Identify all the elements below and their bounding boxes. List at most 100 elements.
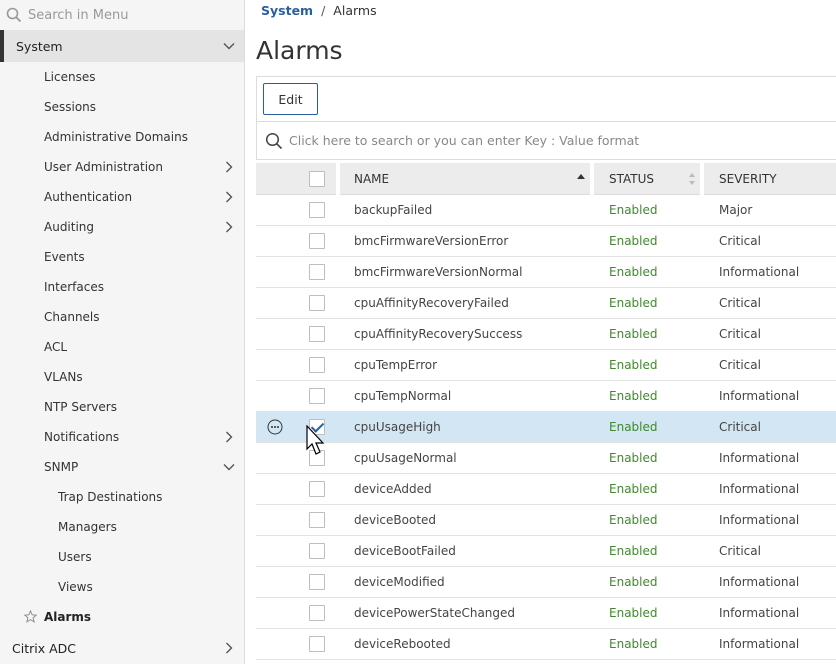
cell-status: Enabled <box>609 203 658 217</box>
sidebar-item-sessions[interactable]: Sessions <box>0 92 244 122</box>
row-checkbox[interactable] <box>309 543 325 559</box>
row-checkbox[interactable] <box>309 326 325 342</box>
row-checkbox[interactable] <box>309 512 325 528</box>
cell-severity: Critical <box>719 420 761 434</box>
select-all-checkbox[interactable] <box>309 170 325 187</box>
cell-status: Enabled <box>609 544 658 558</box>
row-checkbox[interactable] <box>309 295 325 311</box>
row-select-cell <box>294 295 340 311</box>
sidebar-item-label: Authentication <box>44 190 133 204</box>
table-row[interactable]: cpuAffinityRecoverySuccess Enabled Critica… <box>256 319 836 350</box>
star-icon[interactable] <box>24 610 37 623</box>
table-row[interactable]: deviceRebooted Enabled Informational <box>256 629 836 660</box>
cell-severity: Informational <box>719 482 800 496</box>
sidebar-item-trap-destinations[interactable]: Trap Destinations <box>0 482 244 512</box>
cell-name: deviceRebooted <box>354 637 451 651</box>
cell-status: Enabled <box>609 296 658 310</box>
column-header-severity[interactable]: SEVERITY <box>704 163 836 195</box>
edit-button[interactable]: Edit <box>263 83 318 115</box>
sidebar-item-label: Notifications <box>44 430 120 444</box>
breadcrumb-system-link[interactable]: System <box>261 3 313 18</box>
table-search-input[interactable]: Click here to search or you can enter Ke… <box>256 122 836 160</box>
cell-name: devicePowerStateChanged <box>354 606 516 620</box>
table-row[interactable]: bmcFirmwareVersionError Enabled Critical <box>256 226 836 257</box>
table-row[interactable]: cpuUsageHigh Enabled Critical <box>256 412 836 443</box>
table-row[interactable]: cpuTempError Enabled Critical <box>256 350 836 381</box>
row-checkbox[interactable] <box>309 233 325 249</box>
cell-status: Enabled <box>609 234 658 248</box>
column-header-name[interactable]: NAME <box>340 162 594 195</box>
menu-search[interactable]: Search in Menu <box>0 0 244 30</box>
row-select-cell <box>294 264 340 280</box>
sidebar-item-ntp-servers[interactable]: NTP Servers <box>0 392 244 422</box>
toolbar: Edit <box>256 76 836 122</box>
sidebar-item-channels[interactable]: Channels <box>0 302 244 332</box>
table-row[interactable]: deviceModified Enabled Informational <box>256 567 836 598</box>
alarms-table: NAME STATUS SEVERITY backupFailed Enabled… <box>256 162 836 660</box>
sidebar-item-label: Channels <box>44 310 100 324</box>
sidebar-item-alarms[interactable]: Alarms <box>0 602 244 632</box>
row-checkbox[interactable] <box>309 574 325 590</box>
sidebar-item-users[interactable]: Users <box>0 542 244 572</box>
cell-status: Enabled <box>609 482 658 496</box>
row-checkbox[interactable] <box>309 202 325 218</box>
row-checkbox[interactable] <box>309 636 325 652</box>
row-select-cell <box>294 481 340 497</box>
row-select-cell <box>294 574 340 590</box>
sort-ascending-icon <box>577 173 585 179</box>
row-checkbox[interactable] <box>309 605 325 621</box>
sidebar-item-notifications[interactable]: Notifications <box>0 422 244 452</box>
cell-severity: Informational <box>719 389 800 403</box>
cell-name: deviceAdded <box>354 482 432 496</box>
row-select-cell <box>294 357 340 373</box>
cell-name: bmcFirmwareVersionError <box>354 234 509 248</box>
table-row[interactable]: devicePowerStateChanged Enabled Informatio… <box>256 598 836 629</box>
table-row[interactable]: deviceBooted Enabled Informational <box>256 505 836 536</box>
cell-status: Enabled <box>609 327 658 341</box>
table-row[interactable]: cpuUsageNormal Enabled Informational <box>256 443 836 474</box>
row-checkbox[interactable] <box>309 481 325 497</box>
row-checkbox[interactable] <box>309 264 325 280</box>
table-row[interactable]: backupFailed Enabled Major <box>256 195 836 226</box>
chevron-right-icon <box>226 191 233 203</box>
sidebar-item-managers[interactable]: Managers <box>0 512 244 542</box>
cell-severity: Informational <box>719 451 800 465</box>
table-body: backupFailed Enabled Major bmcFirmwareVersi… <box>256 195 836 660</box>
cell-name: cpuTempError <box>354 358 438 372</box>
sidebar-item-auditing[interactable]: Auditing <box>0 212 244 242</box>
page-title: Alarms <box>256 36 343 65</box>
sidebar-item-interfaces[interactable]: Interfaces <box>0 272 244 302</box>
sidebar-item-authentication[interactable]: Authentication <box>0 182 244 212</box>
sidebar-item-label: Managers <box>58 520 117 534</box>
sort-icon <box>689 172 695 185</box>
sidebar-item-label: Alarms <box>44 610 92 624</box>
table-row[interactable]: deviceBootFailed Enabled Critical <box>256 536 836 567</box>
cell-severity: Critical <box>719 296 761 310</box>
sidebar-item-views[interactable]: Views <box>0 572 244 602</box>
sidebar-item-administrative-domains[interactable]: Administrative Domains <box>0 122 244 152</box>
cell-name: cpuAffinityRecoveryFailed <box>354 296 509 310</box>
sidebar-item-vlans[interactable]: VLANs <box>0 362 244 392</box>
sidebar-item-label: Interfaces <box>44 280 104 294</box>
sidebar-item-licenses[interactable]: Licenses <box>0 62 244 92</box>
column-header-status[interactable]: STATUS <box>594 162 704 195</box>
nav-section-citrix-adc[interactable]: Citrix ADC <box>0 632 244 664</box>
row-checkbox[interactable] <box>309 388 325 404</box>
cell-status: Enabled <box>609 265 658 279</box>
row-checkbox[interactable] <box>309 357 325 373</box>
nav-section-system[interactable]: System <box>0 30 244 62</box>
sidebar-item-label: VLANs <box>44 370 83 384</box>
header-spacer <box>256 163 294 195</box>
sidebar-item-acl[interactable]: ACL <box>0 332 244 362</box>
cell-status: Enabled <box>609 420 658 434</box>
table-row[interactable]: cpuAffinityRecoveryFailed Enabled Critical <box>256 288 836 319</box>
table-row[interactable]: bmcFirmwareVersionNormal Enabled Informati… <box>256 257 836 288</box>
sidebar-item-label: Events <box>44 250 85 264</box>
search-icon <box>6 7 22 23</box>
table-row[interactable]: deviceAdded Enabled Informational <box>256 474 836 505</box>
more-options-icon[interactable] <box>267 419 283 435</box>
sidebar-item-snmp[interactable]: SNMP <box>0 452 244 482</box>
sidebar-item-events[interactable]: Events <box>0 242 244 272</box>
table-row[interactable]: cpuTempNormal Enabled Informational <box>256 381 836 412</box>
sidebar-item-user-administration[interactable]: User Administration <box>0 152 244 182</box>
